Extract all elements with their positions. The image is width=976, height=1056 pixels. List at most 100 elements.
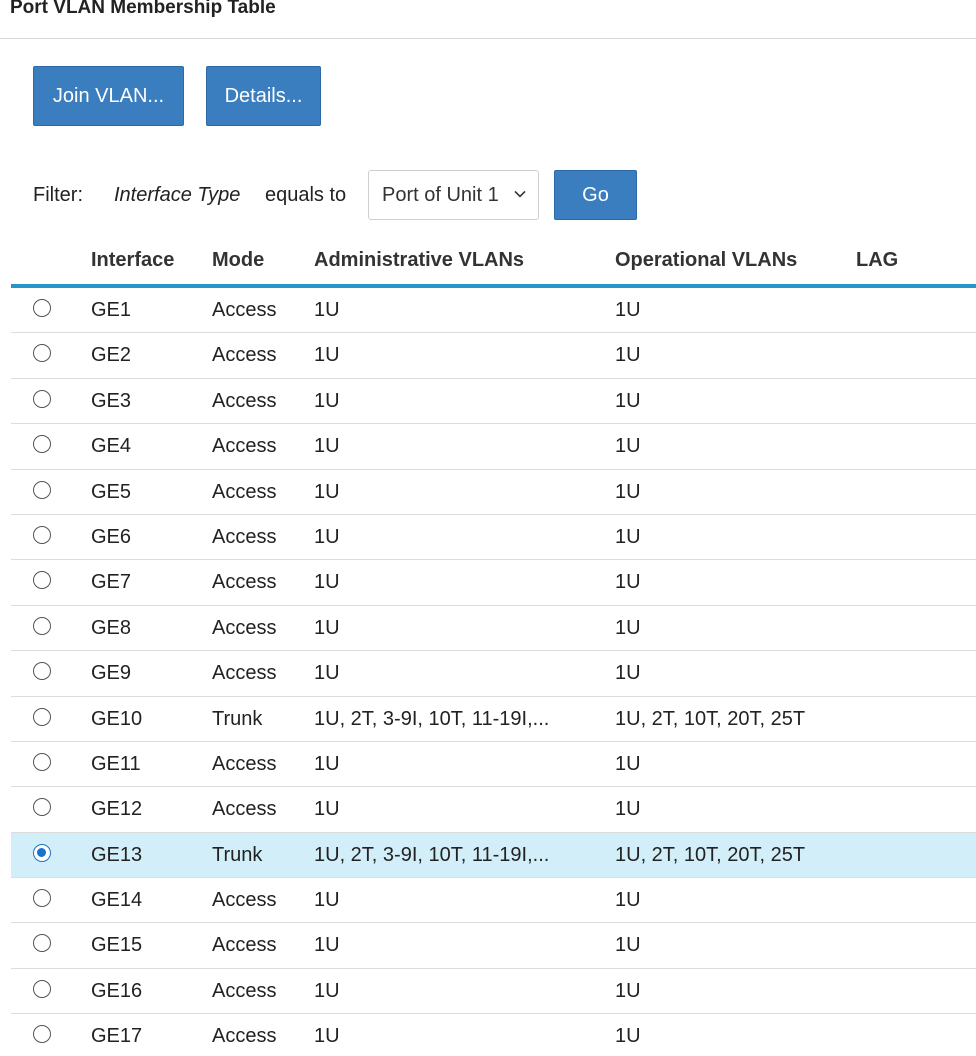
- mode-cell: Access: [212, 344, 277, 367]
- row-select-radio[interactable]: [33, 662, 51, 681]
- admin-vlans-cell: 1U: [314, 299, 340, 321]
- chevron-down-icon: [514, 190, 526, 198]
- table-row[interactable]: GE6 Access 1U 1U: [11, 515, 976, 561]
- interface-cell: GE13: [91, 843, 143, 866]
- column-header-oper-vlans[interactable]: Operational VLANs: [615, 238, 797, 284]
- mode-cell: Access: [212, 798, 277, 821]
- row-select-radio[interactable]: [33, 525, 51, 544]
- admin-vlans-cell: 1U: [314, 344, 340, 367]
- table-row[interactable]: GE1 Access 1U 1U: [11, 288, 976, 334]
- oper-vlans-cell: 1U: [615, 979, 641, 1002]
- admin-vlans-cell: 1U: [314, 480, 340, 503]
- interface-cell: GE9: [91, 662, 132, 685]
- interface-cell: GE4: [91, 435, 132, 458]
- mode-cell: Access: [212, 616, 277, 639]
- admin-vlans-cell: 1U, 2T, 3-9I, 10T, 11-19I,...: [314, 843, 550, 866]
- mode-cell: Access: [212, 752, 277, 775]
- interface-cell: GE11: [91, 752, 141, 775]
- admin-vlans-cell: 1U: [314, 616, 340, 639]
- table-row[interactable]: GE4 Access 1U 1U: [11, 424, 976, 470]
- oper-vlans-cell: 1U: [615, 889, 641, 912]
- table-row[interactable]: GE15 Access 1U 1U: [11, 923, 976, 969]
- admin-vlans-cell: 1U, 2T, 3-9I, 10T, 11-19I,...: [314, 707, 550, 730]
- interface-cell: GE2: [91, 344, 132, 367]
- row-select-radio[interactable]: [33, 616, 51, 635]
- interface-cell: GE14: [91, 889, 143, 912]
- admin-vlans-cell: 1U: [314, 889, 340, 912]
- admin-vlans-cell: 1U: [314, 1025, 340, 1048]
- column-header-mode[interactable]: Mode: [212, 238, 264, 284]
- row-select-radio[interactable]: [33, 435, 51, 454]
- oper-vlans-cell: 1U: [615, 299, 641, 321]
- row-select-radio[interactable]: [33, 843, 51, 862]
- column-header-lag[interactable]: LAG: [856, 238, 898, 284]
- row-select-radio[interactable]: [33, 934, 51, 953]
- table-row[interactable]: GE3 Access 1U 1U: [11, 379, 976, 425]
- oper-vlans-cell: 1U: [615, 389, 641, 412]
- row-select-radio[interactable]: [33, 707, 51, 726]
- oper-vlans-cell: 1U: [615, 662, 641, 685]
- admin-vlans-cell: 1U: [314, 979, 340, 1002]
- row-select-radio[interactable]: [33, 480, 51, 499]
- interface-type-select[interactable]: Port of Unit 1: [368, 170, 539, 220]
- mode-cell: Access: [212, 662, 277, 685]
- page-title: Port VLAN Membership Table: [10, 0, 276, 18]
- table-row[interactable]: GE7 Access 1U 1U: [11, 560, 976, 606]
- mode-cell: Access: [212, 1025, 277, 1048]
- row-select-radio[interactable]: [33, 889, 51, 908]
- admin-vlans-cell: 1U: [314, 435, 340, 458]
- admin-vlans-cell: 1U: [314, 389, 340, 412]
- row-select-radio[interactable]: [33, 344, 51, 363]
- oper-vlans-cell: 1U: [615, 435, 641, 458]
- table-row[interactable]: GE11 Access 1U 1U: [11, 742, 976, 788]
- column-header-interface[interactable]: Interface: [91, 238, 174, 284]
- go-button[interactable]: Go: [554, 170, 637, 220]
- table-row[interactable]: GE13 Trunk 1U, 2T, 3-9I, 10T, 11-19I,... 1U…: [11, 832, 976, 879]
- title-divider: [0, 38, 976, 39]
- oper-vlans-cell: 1U: [615, 752, 641, 775]
- mode-cell: Access: [212, 480, 277, 503]
- admin-vlans-cell: 1U: [314, 798, 340, 821]
- mode-cell: Access: [212, 525, 277, 548]
- filter-label: Filter:: [33, 184, 83, 206]
- mode-cell: Access: [212, 979, 277, 1002]
- row-select-radio[interactable]: [33, 1025, 51, 1044]
- table-row[interactable]: GE10 Trunk 1U, 2T, 3-9I, 10T, 11-19I,... 1U…: [11, 697, 976, 742]
- oper-vlans-cell: 1U, 2T, 10T, 20T, 25T: [615, 707, 806, 730]
- row-select-radio[interactable]: [33, 389, 51, 408]
- row-select-radio[interactable]: [33, 798, 51, 817]
- oper-vlans-cell: 1U: [615, 525, 641, 548]
- table-row[interactable]: GE16 Access 1U 1U: [11, 969, 976, 1015]
- table-row[interactable]: GE8 Access 1U 1U: [11, 606, 976, 652]
- join-vlan-button[interactable]: Join VLAN...: [33, 66, 184, 126]
- mode-cell: Access: [212, 571, 277, 594]
- mode-cell: Access: [212, 889, 277, 912]
- oper-vlans-cell: 1U: [615, 798, 641, 821]
- port-vlan-table: Interface Mode Administrative VLANs Oper…: [11, 238, 976, 1056]
- oper-vlans-cell: 1U: [615, 616, 641, 639]
- details-button[interactable]: Details...: [206, 66, 321, 126]
- interface-type-selected-value: Port of Unit 1: [382, 183, 499, 206]
- table-row[interactable]: GE17 Access 1U 1U: [11, 1014, 976, 1056]
- mode-cell: Access: [212, 299, 277, 321]
- table-row[interactable]: GE9 Access 1U 1U: [11, 651, 976, 697]
- interface-cell: GE8: [91, 616, 132, 639]
- mode-cell: Trunk: [212, 707, 263, 730]
- oper-vlans-cell: 1U: [615, 480, 641, 503]
- interface-cell: GE6: [91, 525, 132, 548]
- table-row[interactable]: GE5 Access 1U 1U: [11, 470, 976, 515]
- admin-vlans-cell: 1U: [314, 571, 340, 594]
- admin-vlans-cell: 1U: [314, 662, 340, 685]
- table-row[interactable]: GE12 Access 1U 1U: [11, 787, 976, 833]
- row-select-radio[interactable]: [33, 571, 51, 590]
- row-select-radio[interactable]: [33, 752, 51, 771]
- row-select-radio[interactable]: [33, 979, 51, 998]
- row-select-radio[interactable]: [33, 299, 51, 317]
- table-header: Interface Mode Administrative VLANs Oper…: [11, 238, 976, 288]
- table-row[interactable]: GE2 Access 1U 1U: [11, 333, 976, 379]
- filter-bar: Filter: Interface Type equals to Port of…: [0, 170, 976, 220]
- table-body: GE1 Access 1U 1U GE2 Access 1U 1U GE3 Access 1U 1U G…: [11, 288, 976, 1056]
- table-row[interactable]: GE14 Access 1U 1U: [11, 878, 976, 924]
- column-header-admin-vlans[interactable]: Administrative VLANs: [314, 238, 524, 284]
- oper-vlans-cell: 1U: [615, 344, 641, 367]
